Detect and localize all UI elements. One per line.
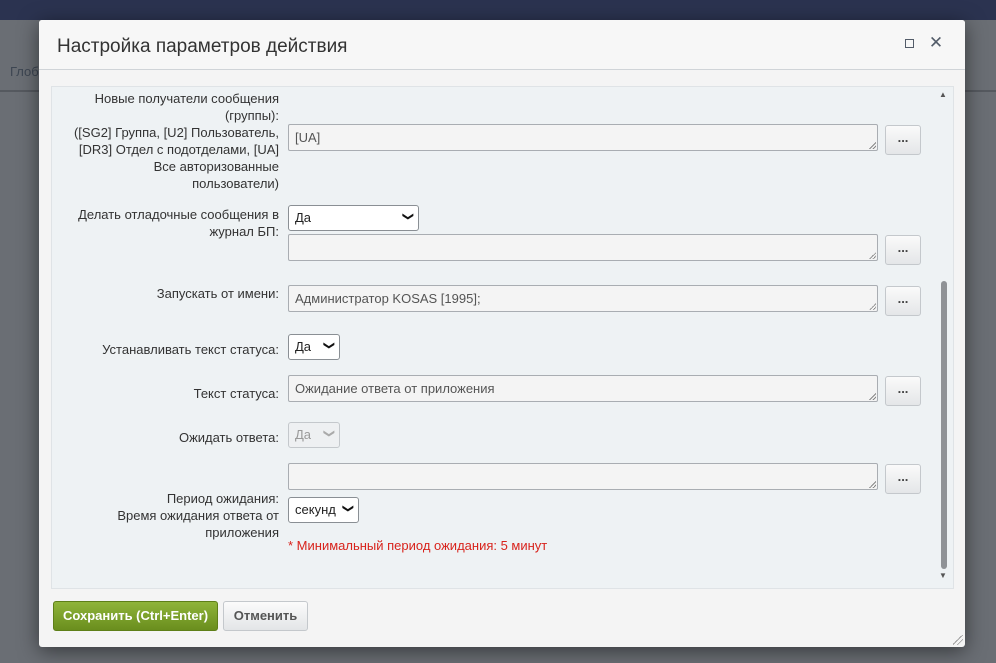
- dialog-header: Настройка параметров действия ✕: [39, 20, 965, 70]
- status-text-textarea[interactable]: Ожидание ответа от приложения: [288, 375, 878, 402]
- form-scroll-area[interactable]: ▲ ▼ Новые получатели сообщения (группы):…: [51, 86, 954, 589]
- recipients-picker-button[interactable]: ...: [885, 125, 921, 155]
- run-as-textarea[interactable]: Администратор KOSAS [1995];: [288, 285, 878, 312]
- background-partial-text: Глоб: [10, 64, 39, 79]
- scroll-up-icon[interactable]: ▲: [938, 90, 948, 100]
- chevron-down-icon: ❯: [322, 428, 335, 439]
- scrollbar-thumb[interactable]: [941, 281, 947, 569]
- debug-label: Делать отладочные сообщения в журнал БП:: [78, 207, 279, 239]
- chevron-down-icon: ❯: [341, 503, 354, 514]
- run-as-label: Запускать от имени:: [156, 286, 279, 301]
- cancel-button[interactable]: Отменить: [223, 601, 308, 631]
- wait-period-hint: * Минимальный период ожидания: 5 минут: [288, 538, 548, 553]
- recipients-textarea[interactable]: [UA]: [288, 124, 878, 151]
- wait-period-unit-select[interactable]: секунд ❯: [288, 497, 359, 523]
- top-bar-background: [0, 0, 996, 20]
- close-icon[interactable]: ✕: [928, 34, 944, 51]
- wait-reply-label: Ожидать ответа:: [178, 430, 279, 445]
- scroll-down-icon[interactable]: ▼: [938, 571, 948, 581]
- set-status-select[interactable]: Да ❯: [288, 334, 340, 360]
- debug-picker-button[interactable]: ...: [885, 235, 921, 265]
- resize-grip-icon[interactable]: [953, 635, 963, 645]
- status-text-picker-button[interactable]: ...: [885, 376, 921, 406]
- wait-period-label: Период ожидания: Время ожидания ответа о…: [117, 491, 279, 540]
- wait-reply-select: Да ❯: [288, 422, 340, 448]
- recipients-label: Новые получатели сообщения (группы): ([S…: [73, 91, 279, 191]
- set-status-label: Устанавливать текст статуса:: [102, 342, 279, 357]
- chevron-down-icon: ❯: [401, 211, 414, 222]
- dialog-title: Настройка параметров действия: [57, 36, 348, 57]
- wait-period-picker-button[interactable]: ...: [885, 464, 921, 494]
- debug-select[interactable]: Да ❯: [288, 205, 419, 231]
- debug-textarea[interactable]: [288, 234, 878, 261]
- status-text-label: Текст статуса:: [193, 386, 279, 401]
- run-as-picker-button[interactable]: ...: [885, 286, 921, 316]
- save-button[interactable]: Сохранить (Ctrl+Enter): [53, 601, 218, 631]
- wait-period-textarea[interactable]: [288, 463, 878, 490]
- chevron-down-icon: ❯: [322, 340, 335, 351]
- action-settings-dialog: Настройка параметров действия ✕ ▲ ▼ Новы…: [39, 20, 965, 647]
- maximize-icon[interactable]: [901, 35, 917, 51]
